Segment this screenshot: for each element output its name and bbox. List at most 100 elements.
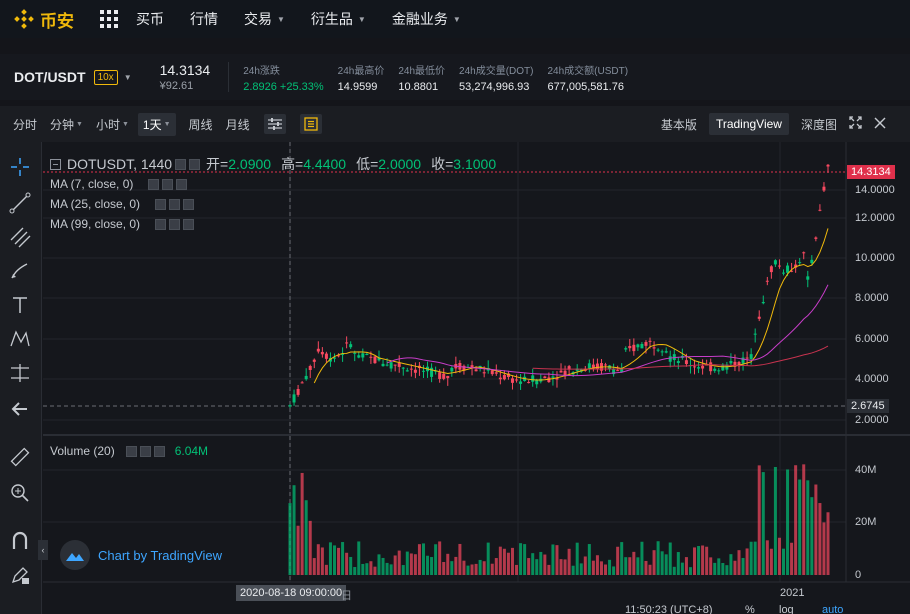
log-toggle[interactable]: log <box>779 604 794 614</box>
volume-bar <box>741 557 745 575</box>
binance-logo[interactable]: 币安 <box>14 7 74 32</box>
eye-icon[interactable] <box>155 198 167 210</box>
volume-bar <box>442 561 446 575</box>
close-icon[interactable] <box>183 198 195 210</box>
eye-icon[interactable] <box>148 178 160 190</box>
candle-body <box>628 345 632 349</box>
chevron-down-icon: ▼ <box>357 14 366 24</box>
volume-bar <box>693 547 697 575</box>
date-fragment: 日 <box>341 590 352 602</box>
crosshair-icon[interactable] <box>7 154 33 180</box>
magnet-icon[interactable] <box>7 528 33 554</box>
tf-hour[interactable]: 小时 ▼ <box>96 116 129 133</box>
volume-bar <box>826 512 830 575</box>
tf-tick[interactable]: 分时 <box>13 116 37 133</box>
nav-item-trade[interactable]: 交易 ▼ <box>244 9 285 29</box>
view-basic[interactable]: 基本版 <box>661 116 697 133</box>
view-depth[interactable]: 深度图 <box>801 116 837 133</box>
fullscreen-icon[interactable] <box>849 116 862 132</box>
text-tool-icon[interactable] <box>7 292 33 318</box>
chevron-down-icon: ▼ <box>277 14 285 24</box>
volume-bar <box>373 566 377 575</box>
ruler-icon[interactable] <box>7 444 33 470</box>
eye-icon[interactable] <box>175 158 187 170</box>
close-icon[interactable] <box>153 445 165 457</box>
eye-icon[interactable] <box>125 445 137 457</box>
volume-bar <box>324 564 328 575</box>
tradingview-brand[interactable]: Chart by TradingView <box>60 540 222 570</box>
candle-body <box>312 359 316 362</box>
candle-body <box>648 340 652 342</box>
gear-icon[interactable] <box>162 178 174 190</box>
volume-bar <box>717 558 721 575</box>
volume-bar <box>818 503 822 575</box>
candle-body <box>745 357 749 359</box>
nav-item-markets[interactable]: 行情 <box>190 9 218 29</box>
stat-24h-high: 24h最高价 14.9599 <box>337 65 385 93</box>
percent-toggle[interactable]: % <box>745 604 755 614</box>
fib-tool-icon[interactable] <box>7 224 33 250</box>
chevron-down-icon[interactable]: ▼ <box>124 73 132 82</box>
logo-text: 币安 <box>40 11 74 31</box>
auto-toggle[interactable]: auto <box>822 604 843 614</box>
candle-body <box>624 348 628 350</box>
nav-item-buy-crypto[interactable]: 买币 <box>136 9 164 29</box>
candle-body <box>401 367 405 369</box>
volume-bar <box>304 500 308 575</box>
stat-24h-change: 24h涨跌 2.8926 +25.33% <box>243 65 324 93</box>
apps-grid-icon[interactable] <box>100 10 118 28</box>
candle-body <box>693 366 697 368</box>
eye-icon[interactable] <box>155 218 167 230</box>
zoom-in-icon[interactable] <box>7 480 33 506</box>
candle-body <box>543 376 547 379</box>
gear-icon[interactable] <box>139 445 151 457</box>
last-price-value: 14.3134 <box>159 62 211 78</box>
ma99-legend: MA (99, close, 0) <box>50 217 195 231</box>
pencil-lock-icon[interactable] <box>7 562 33 588</box>
gear-icon[interactable] <box>169 218 181 230</box>
candle-body <box>822 186 826 191</box>
chart-legend: DOTUSDT, 1440 开= 2.0900 高= 4.4400 低= 2.0000… <box>50 154 496 174</box>
tf-week[interactable]: 周线 <box>189 116 213 133</box>
nav-item-finance[interactable]: 金融业务 ▼ <box>392 9 461 29</box>
indicator-settings-icon[interactable] <box>263 114 286 134</box>
legend-close-label: 收= <box>431 156 454 172</box>
nav-item-derivatives[interactable]: 衍生品 ▼ <box>311 9 366 29</box>
volume-bar <box>769 548 773 575</box>
collapse-legend-icon[interactable] <box>50 158 61 170</box>
volume-bar <box>563 559 567 575</box>
tf-month[interactable]: 月线 <box>226 116 250 133</box>
candle-body <box>490 370 494 375</box>
candle-body <box>818 209 822 211</box>
candle-body <box>769 266 773 273</box>
close-icon[interactable] <box>874 116 886 132</box>
gear-icon[interactable] <box>169 198 181 210</box>
trend-line-icon[interactable] <box>7 190 33 216</box>
volume-bar <box>434 544 438 575</box>
back-arrow-icon[interactable] <box>7 396 33 422</box>
pair-selector[interactable]: DOT/USDT <box>14 69 86 85</box>
tf-minute[interactable]: 分钟 ▼ <box>50 116 83 133</box>
order-book-toggle-icon[interactable] <box>299 114 322 134</box>
view-tradingview[interactable]: TradingView <box>708 113 789 135</box>
volume-bar <box>676 552 680 575</box>
volume-bar <box>802 464 806 575</box>
volume-bar <box>814 484 818 575</box>
candle-body <box>595 363 599 369</box>
gear-icon[interactable] <box>189 158 201 170</box>
candle-body <box>761 302 765 304</box>
candle-body <box>510 378 514 383</box>
volume-bar <box>458 543 462 575</box>
close-icon[interactable] <box>176 178 188 190</box>
close-icon[interactable] <box>183 218 195 230</box>
chart-area[interactable]: ‹ DOTUSDT, 1440 开= 2.0900 高= 4.4400 低= 2.00… <box>0 142 910 614</box>
candle-body <box>717 370 721 372</box>
last-price: 14.3134 ¥92.61 <box>160 62 211 92</box>
measure-tool-icon[interactable] <box>7 360 33 386</box>
pattern-tool-icon[interactable] <box>7 326 33 352</box>
last-price-cny: ¥92.61 <box>159 80 194 92</box>
tf-1day[interactable]: 1天 ▼ <box>137 112 176 136</box>
volume-bar <box>761 472 765 575</box>
brush-icon[interactable] <box>7 258 33 284</box>
candle-body <box>701 365 705 369</box>
